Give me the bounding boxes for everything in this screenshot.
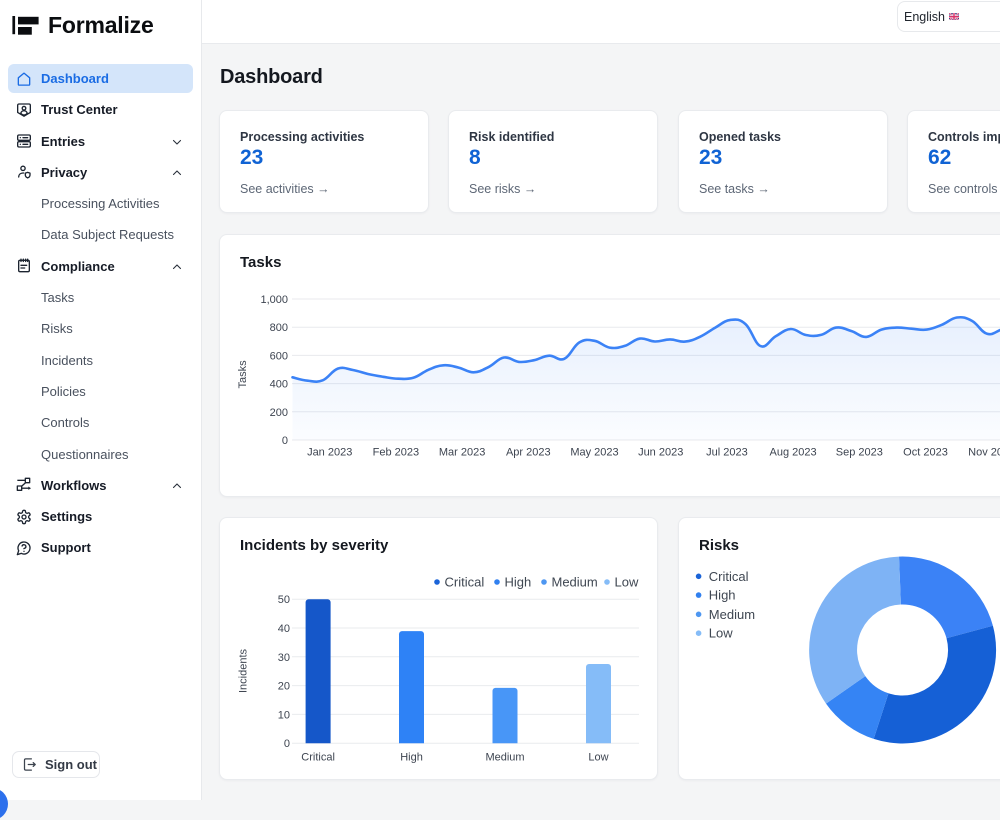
svg-text:Jan 2023: Jan 2023 (307, 447, 352, 459)
svg-text:400: 400 (270, 379, 288, 391)
svg-text:Critical: Critical (301, 752, 335, 764)
svg-text:Oct 2023: Oct 2023 (903, 447, 948, 459)
svg-text:0: 0 (282, 435, 288, 447)
svg-text:Mar 2023: Mar 2023 (439, 447, 485, 459)
svg-text:Feb 2023: Feb 2023 (373, 447, 419, 459)
svg-text:Incidents: Incidents (238, 648, 250, 693)
svg-text:Nov 2023: Nov 2023 (968, 447, 1000, 459)
svg-text:Critical: Critical (709, 569, 749, 584)
svg-text:Medium: Medium (552, 575, 598, 590)
svg-text:Apr 2023: Apr 2023 (506, 447, 551, 459)
svg-text:0: 0 (284, 738, 290, 750)
svg-text:20: 20 (278, 681, 290, 693)
svg-text:800: 800 (270, 322, 288, 334)
svg-text:High: High (709, 588, 736, 603)
svg-text:Sep 2023: Sep 2023 (836, 447, 883, 459)
svg-text:Low: Low (615, 575, 639, 590)
svg-text:Medium: Medium (485, 752, 524, 764)
svg-text:600: 600 (270, 350, 288, 362)
svg-text:1,000: 1,000 (260, 294, 288, 306)
svg-text:High: High (400, 752, 423, 764)
svg-text:50: 50 (278, 594, 290, 606)
svg-text:Tasks: Tasks (237, 360, 249, 389)
svg-text:40: 40 (278, 623, 290, 635)
svg-text:May 2023: May 2023 (570, 447, 618, 459)
svg-text:Medium: Medium (709, 607, 755, 622)
svg-text:Low: Low (588, 752, 608, 764)
svg-text:Jul 2023: Jul 2023 (706, 447, 748, 459)
svg-text:High: High (505, 575, 532, 590)
svg-text:Low: Low (709, 626, 733, 641)
svg-text:Aug 2023: Aug 2023 (770, 447, 817, 459)
svg-text:30: 30 (278, 652, 290, 664)
svg-text:10: 10 (278, 709, 290, 721)
svg-text:200: 200 (270, 407, 288, 419)
svg-text:Jun 2023: Jun 2023 (638, 447, 683, 459)
svg-text:Critical: Critical (445, 575, 485, 590)
